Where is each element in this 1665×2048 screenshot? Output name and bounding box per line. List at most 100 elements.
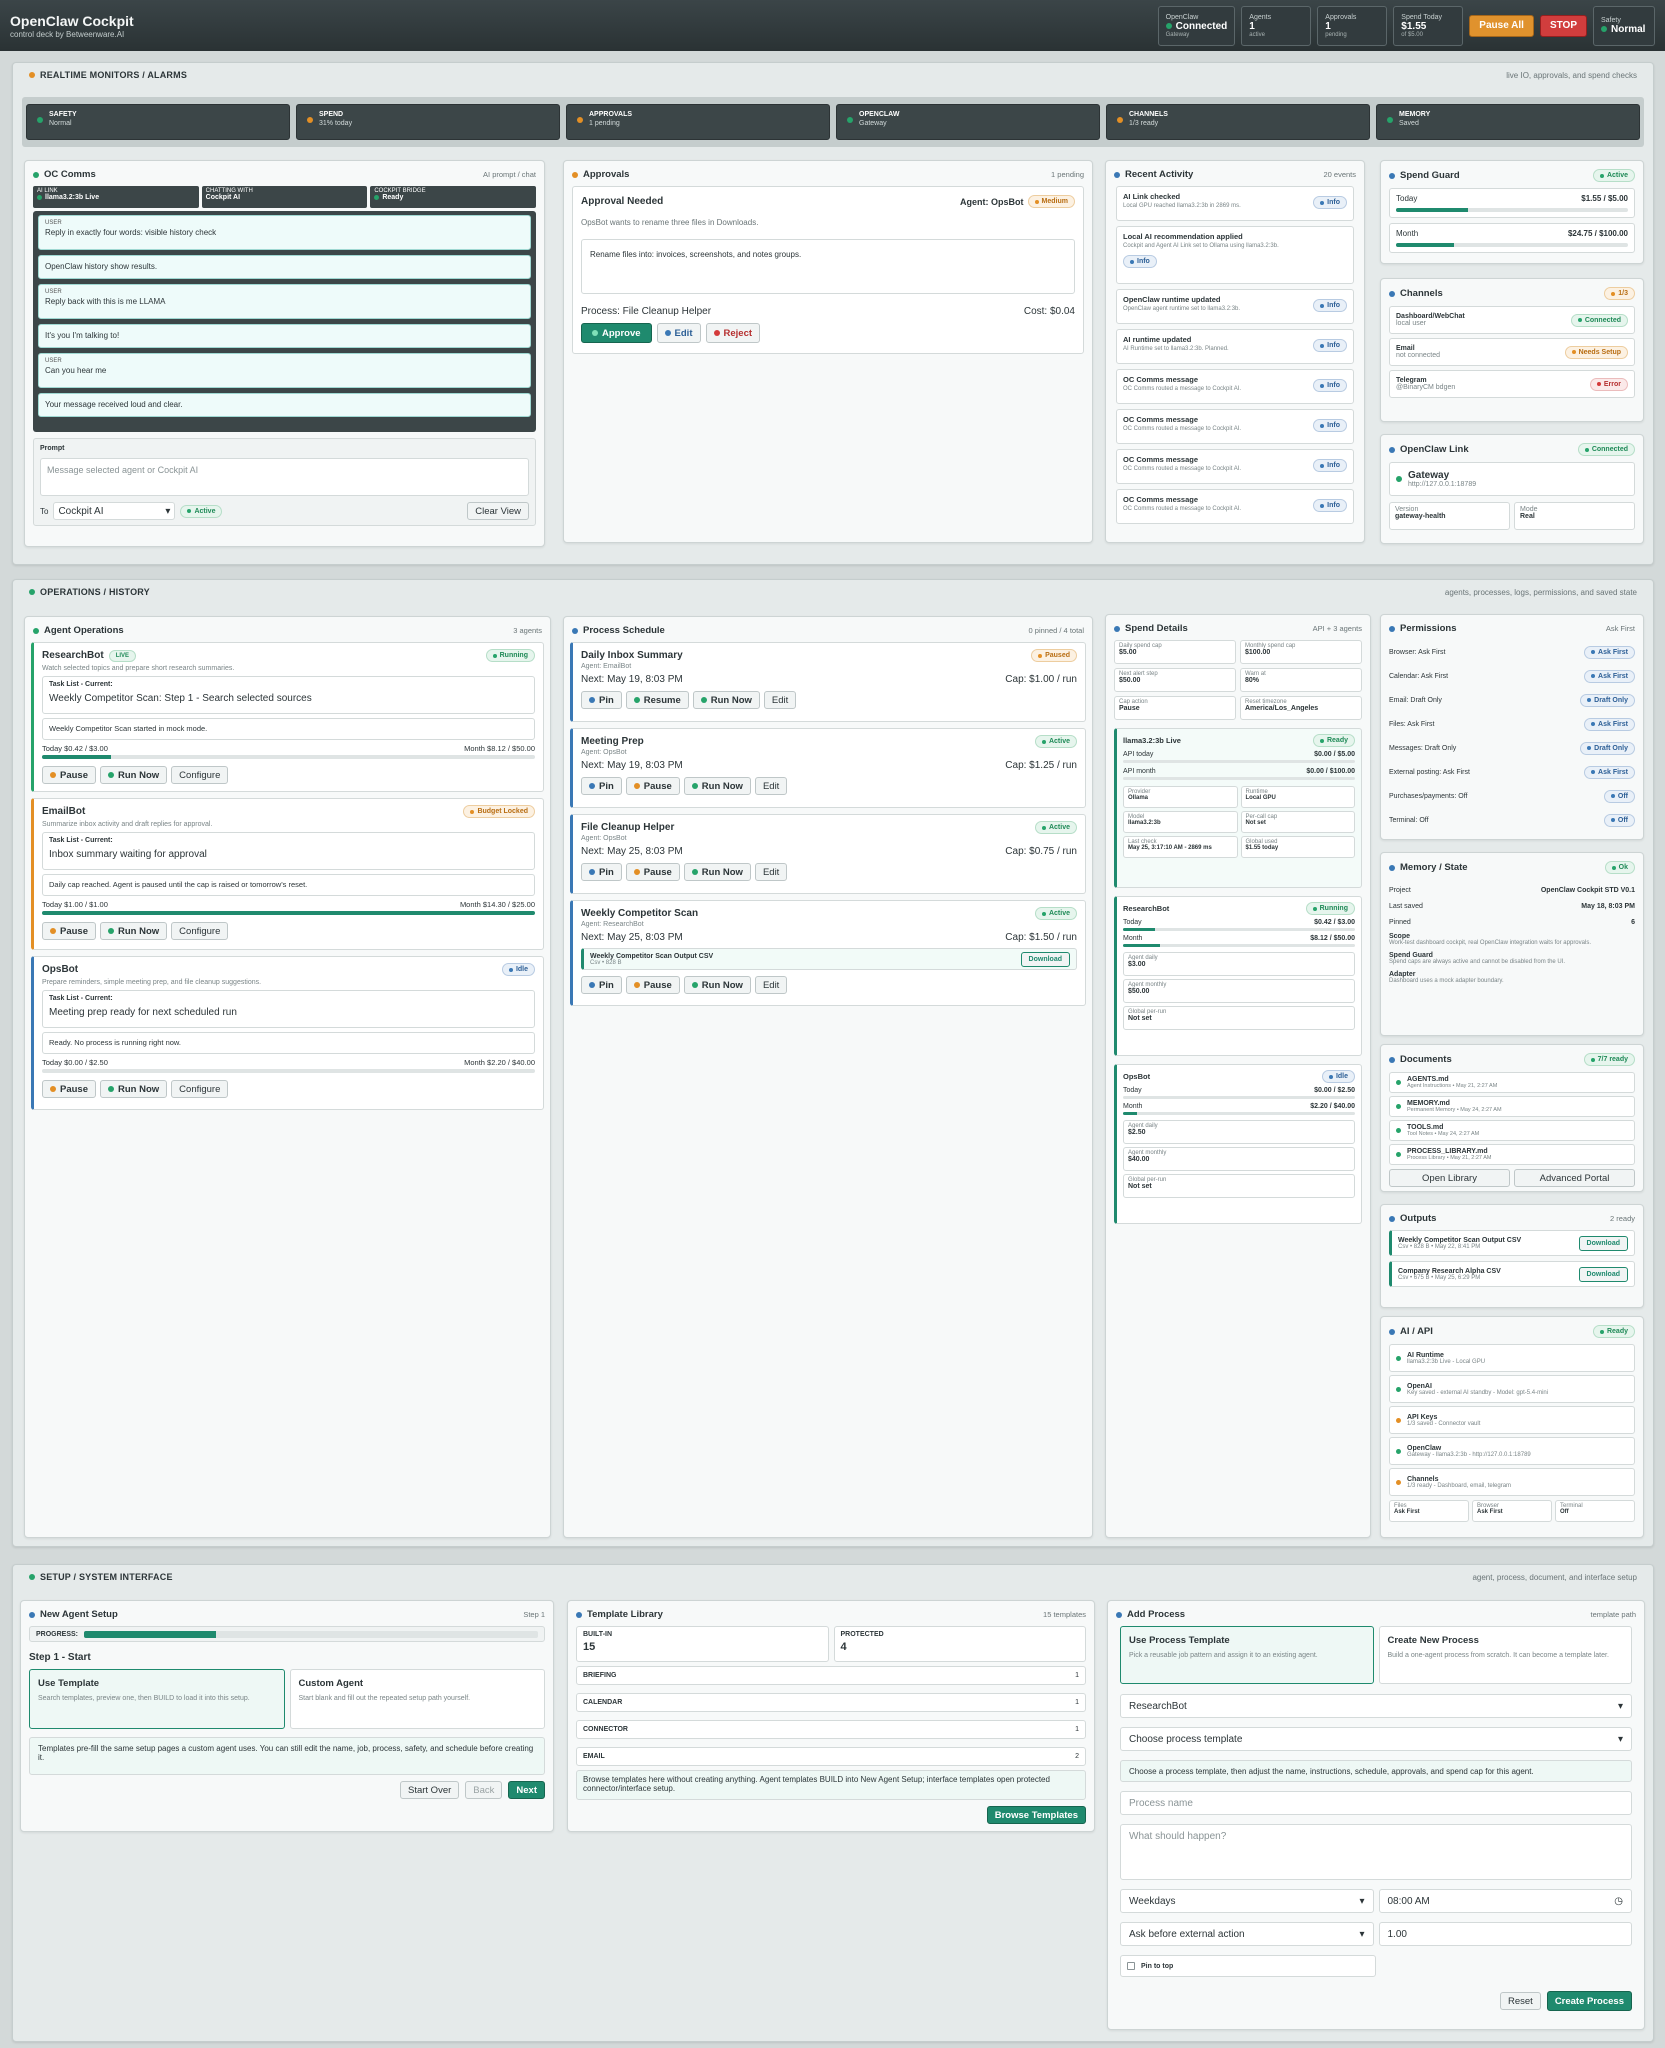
output-item[interactable]: Company Research Alpha CSV Csv • 675 B • … xyxy=(1389,1261,1635,1287)
monitor-tile-memory[interactable]: MEMORY Saved xyxy=(1376,104,1640,140)
chat-history[interactable]: USER Reply in exactly four words: visible… xyxy=(33,211,536,432)
create-process-button[interactable]: Create Process xyxy=(1546,1991,1632,2011)
process-output[interactable]: Weekly Competitor Scan Output CSV Csv • 8… xyxy=(581,948,1077,970)
create-new-process-option[interactable]: Create New Process Build a one-agent proc… xyxy=(1378,1626,1632,1684)
download-button[interactable]: Download xyxy=(1578,1235,1628,1251)
monitor-tile-channels[interactable]: CHANNELS 1/3 ready xyxy=(1106,104,1370,140)
activity-item[interactable]: AI runtime updated AI Runtime set to llam… xyxy=(1116,329,1354,364)
activity-item[interactable]: Local AI recommendation applied Cockpit a… xyxy=(1116,226,1354,284)
edit-process-button[interactable]: Edit xyxy=(763,691,797,709)
pause-agent-button[interactable]: Pause xyxy=(42,766,96,784)
document-item[interactable]: TOOLS.md Tool Notes • May 24, 2:27 AM xyxy=(1389,1120,1635,1141)
permission-row[interactable]: External posting: Ask First Ask First xyxy=(1389,760,1635,784)
monitor-tile-safety[interactable]: SAFETY Normal xyxy=(26,104,290,140)
process-name-input[interactable]: Process name xyxy=(1120,1791,1632,1815)
pause-process-button[interactable]: Pause xyxy=(625,863,680,881)
configure-button[interactable]: Configure xyxy=(171,922,229,940)
channel-item-telegram[interactable]: Telegram @BinaryCM bdgen Error xyxy=(1389,370,1635,398)
pin-button[interactable]: Pin xyxy=(581,691,622,709)
run-now-button[interactable]: Run Now xyxy=(100,1080,168,1098)
permission-row[interactable]: Browser: Ask First Ask First xyxy=(1389,640,1635,664)
time-input[interactable]: 08:00 AM ◷ xyxy=(1378,1889,1632,1913)
approve-button[interactable]: Approve xyxy=(581,323,652,343)
monitor-tile-openclaw[interactable]: OPENCLAW Gateway xyxy=(836,104,1100,140)
pause-agent-button[interactable]: Pause xyxy=(42,922,96,940)
edit-process-button[interactable]: Edit xyxy=(754,863,788,881)
process-card[interactable]: Daily Inbox Summary Paused Agent: EmailBot… xyxy=(570,642,1086,722)
run-now-button[interactable]: Run Now xyxy=(683,976,751,994)
pause-process-button[interactable]: Pause xyxy=(625,976,680,994)
channel-item-webchat[interactable]: Dashboard/WebChat local user Connected xyxy=(1389,306,1635,334)
activity-list[interactable]: AI Link checked Local GPU reached llama3.… xyxy=(1106,186,1364,524)
gateway-card[interactable]: Gateway http://127.0.0.1:18789 xyxy=(1389,462,1635,496)
resume-process-button[interactable]: Resume xyxy=(625,691,689,709)
process-template-select[interactable]: Choose process template ▾ xyxy=(1120,1727,1632,1751)
pause-agent-button[interactable]: Pause xyxy=(42,1080,96,1098)
agent-select[interactable]: ResearchBot ▾ xyxy=(1120,1694,1632,1718)
advanced-portal-button[interactable]: Advanced Portal xyxy=(1514,1169,1635,1187)
document-item[interactable]: MEMORY.md Permanent Memory • May 24, 2:27… xyxy=(1389,1096,1635,1117)
recipient-select[interactable]: Cockpit AI ▾ xyxy=(53,502,176,520)
process-card[interactable]: Weekly Competitor Scan Active Agent: Resea… xyxy=(570,900,1086,1006)
custom-agent-option[interactable]: Custom Agent Start blank and fill out the… xyxy=(289,1669,545,1729)
browse-templates-button[interactable]: Browse Templates xyxy=(986,1806,1086,1824)
permission-row[interactable]: Purchases/payments: Off Off xyxy=(1389,784,1635,808)
clear-view-button[interactable]: Clear View xyxy=(467,502,529,520)
ai-api-item[interactable]: API Keys 1/3 saved - Connector vault xyxy=(1389,1406,1635,1434)
permission-row[interactable]: Messages: Draft Only Draft Only xyxy=(1389,736,1635,760)
agent-card[interactable]: ResearchBot LIVE Running Watch selected top… xyxy=(31,642,544,792)
process-description-input[interactable]: What should happen? xyxy=(1120,1824,1632,1880)
reset-button[interactable]: Reset xyxy=(1499,1992,1541,2010)
next-button[interactable]: Next xyxy=(508,1781,545,1799)
run-now-button[interactable]: Run Now xyxy=(692,691,760,709)
process-card[interactable]: File Cleanup Helper Active Agent: OpsBot Ne… xyxy=(570,814,1086,894)
use-process-template-option[interactable]: Use Process Template Pick a reusable job … xyxy=(1120,1626,1374,1684)
ai-api-item[interactable]: AI Runtime llama3.2:3b Live - Local GPU xyxy=(1389,1344,1635,1372)
start-over-button[interactable]: Start Over xyxy=(399,1781,460,1799)
pin-button[interactable]: Pin xyxy=(581,777,622,795)
run-now-button[interactable]: Run Now xyxy=(683,863,751,881)
download-button[interactable]: Download xyxy=(1020,951,1070,967)
channel-item-email[interactable]: Email not connected Needs Setup xyxy=(1389,338,1635,366)
approval-policy-select[interactable]: Ask before external action ▾ xyxy=(1120,1922,1374,1946)
edit-button[interactable]: Edit xyxy=(656,323,701,343)
category-row[interactable]: EMAIL 2 xyxy=(576,1747,1086,1766)
process-card[interactable]: Meeting Prep Active Agent: OpsBot Next: May… xyxy=(570,728,1086,808)
pin-button[interactable]: Pin xyxy=(581,863,622,881)
template-categories[interactable]: BRIEFING 1 CALENDAR 1 CONNECTOR 1 EMAIL 2 xyxy=(568,1662,1094,1766)
configure-button[interactable]: Configure xyxy=(171,1080,229,1098)
output-item[interactable]: Weekly Competitor Scan Output CSV Csv • 8… xyxy=(1389,1230,1635,1256)
open-library-button[interactable]: Open Library xyxy=(1389,1169,1510,1187)
permission-row[interactable]: Files: Ask First Ask First xyxy=(1389,712,1635,736)
days-select[interactable]: Weekdays ▾ xyxy=(1120,1889,1374,1913)
ai-api-item[interactable]: OpenClaw Gateway - llama3.2:3b - http://1… xyxy=(1389,1437,1635,1465)
reject-button[interactable]: Reject xyxy=(705,323,761,343)
activity-item[interactable]: AI Link checked Local GPU reached llama3.… xyxy=(1116,186,1354,221)
prompt-input[interactable]: Message selected agent or Cockpit AI xyxy=(40,458,529,496)
edit-process-button[interactable]: Edit xyxy=(754,976,788,994)
document-item[interactable]: PROCESS_LIBRARY.md Process Library • May … xyxy=(1389,1144,1635,1165)
monitor-tile-approvals[interactable]: APPROVALS 1 pending xyxy=(566,104,830,140)
monitor-tile-spend[interactable]: SPEND 31% today xyxy=(296,104,560,140)
ai-api-item[interactable]: OpenAI Key saved - external AI standby - … xyxy=(1389,1375,1635,1403)
permission-row[interactable]: Email: Draft Only Draft Only xyxy=(1389,688,1635,712)
configure-button[interactable]: Configure xyxy=(171,766,229,784)
run-now-button[interactable]: Run Now xyxy=(100,922,168,940)
agent-card[interactable]: OpsBot Idle Prepare reminders, simple meet… xyxy=(31,956,544,1110)
edit-process-button[interactable]: Edit xyxy=(754,777,788,795)
permission-row[interactable]: Calendar: Ask First Ask First xyxy=(1389,664,1635,688)
document-item[interactable]: AGENTS.md Agent Instructions • May 21, 2:… xyxy=(1389,1072,1635,1093)
spend-cap-input[interactable]: 1.00 xyxy=(1378,1922,1632,1946)
pause-all-button[interactable]: Pause All xyxy=(1469,14,1534,37)
activity-item[interactable]: OC Comms message OC Comms routed a messag… xyxy=(1116,369,1354,404)
pin-button[interactable]: Pin xyxy=(581,976,622,994)
activity-item[interactable]: OC Comms message OC Comms routed a messag… xyxy=(1116,449,1354,484)
pin-to-top-checkbox[interactable]: Pin to top xyxy=(1120,1955,1376,1977)
use-template-option[interactable]: Use Template Search templates, preview on… xyxy=(29,1669,285,1729)
permission-row[interactable]: Terminal: Off Off xyxy=(1389,808,1635,832)
category-row[interactable]: BRIEFING 1 xyxy=(576,1666,1086,1685)
category-row[interactable]: CONNECTOR 1 xyxy=(576,1720,1086,1739)
agent-card[interactable]: EmailBot Budget Locked Summarize inbox act… xyxy=(31,798,544,950)
activity-item[interactable]: OpenClaw runtime updated OpenClaw agent r… xyxy=(1116,289,1354,324)
run-now-button[interactable]: Run Now xyxy=(100,766,168,784)
